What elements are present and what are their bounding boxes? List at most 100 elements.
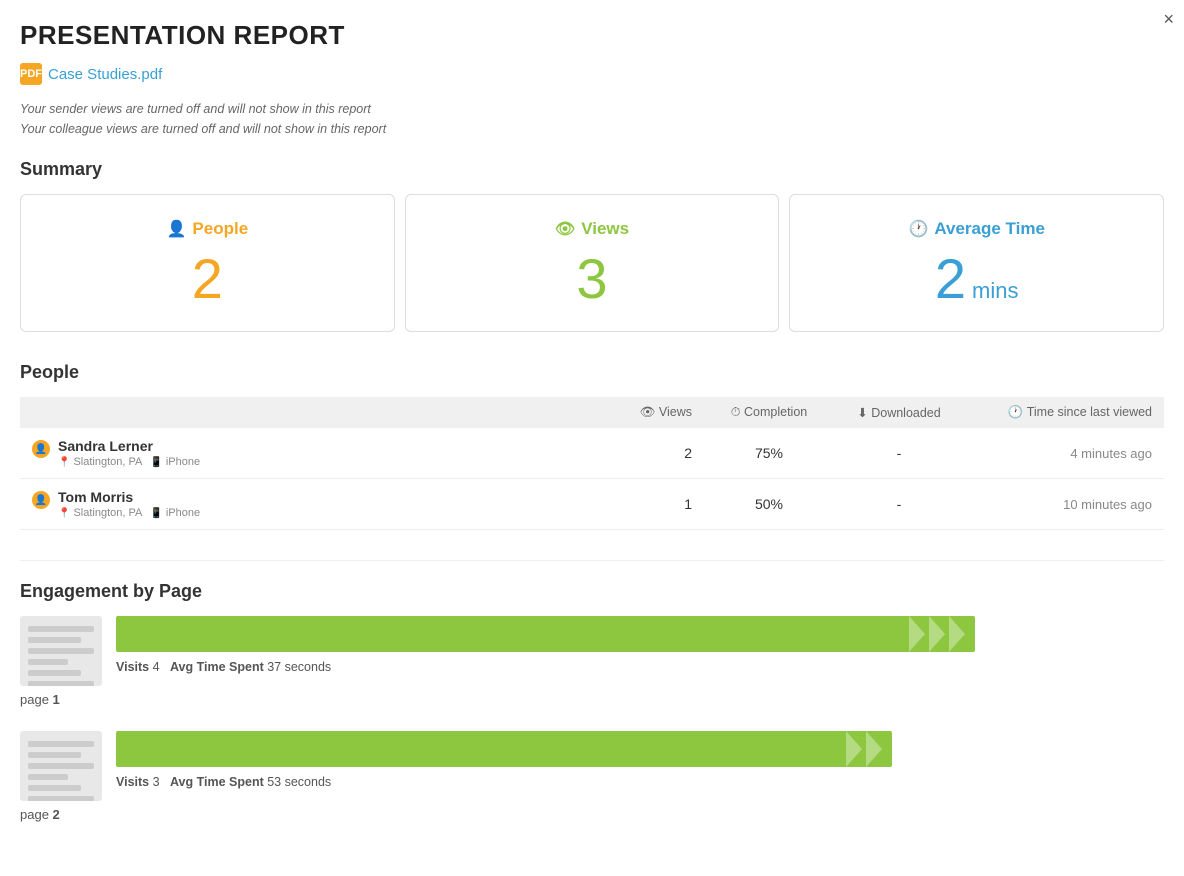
visits-label: Visits — [116, 660, 149, 674]
person-name[interactable]: Tom Morris — [58, 489, 200, 505]
person-completion: 50% — [704, 479, 834, 530]
person-name-cell: 👤 Sandra Lerner 📍 Slatington, PA 📱 iPhon… — [32, 438, 592, 468]
person-location: 📍 Slatington, PA — [58, 456, 142, 468]
page-thumbnail — [20, 616, 102, 686]
notice-block: Your sender views are turned off and wil… — [20, 99, 1164, 139]
card-label-avgtime: 🕐 Average Time — [810, 219, 1143, 239]
engagement-page-item: Visits 3 Avg Time Spent 53 seconds page … — [20, 731, 1164, 822]
people-section: People 👁 Views ⏱ Completion ⬇ Downloaded… — [20, 362, 1164, 530]
download-icon: ⬇ — [857, 406, 871, 420]
person-time-since: 10 minutes ago — [964, 479, 1164, 530]
person-device: 📱 iPhone — [150, 456, 200, 468]
person-downloaded: - — [834, 428, 964, 479]
col-header-name — [20, 397, 604, 428]
eye-icon-small: 👁 — [640, 405, 659, 419]
person-icon: 👤 — [167, 219, 187, 239]
phone-icon: 📱 — [150, 457, 162, 468]
person-name-cell: 👤 Tom Morris 📍 Slatington, PA 📱 iPhone — [32, 489, 592, 519]
engagement-section: Engagement by Page — [20, 581, 1164, 822]
bar-arrow — [846, 731, 862, 767]
visits-label: Visits — [116, 775, 149, 789]
clock-icon: 🕐 — [908, 219, 928, 239]
table-header-row: 👁 Views ⏱ Completion ⬇ Downloaded 🕐 Time… — [20, 397, 1164, 428]
person-name[interactable]: Sandra Lerner — [58, 438, 200, 454]
table-row: 👤 Sandra Lerner 📍 Slatington, PA 📱 iPhon… — [20, 428, 1164, 479]
summary-card-people: 👤 People 2 — [20, 194, 395, 332]
bar-arrow — [929, 616, 945, 652]
summary-card-views: 👁 Views 3 — [405, 194, 780, 332]
card-value-people: 2 — [41, 251, 374, 307]
page-label: page 2 — [20, 807, 1164, 822]
card-label-views: 👁 Views — [426, 219, 759, 239]
people-table: 👁 Views ⏱ Completion ⬇ Downloaded 🕐 Time… — [20, 397, 1164, 530]
notice-line-2: Your colleague views are turned off and … — [20, 119, 1164, 139]
thumb-line — [28, 796, 94, 801]
col-header-downloaded: ⬇ Downloaded — [834, 397, 964, 428]
thumb-line — [28, 785, 81, 791]
summary-card-avgtime: 🕐 Average Time 2 mins — [789, 194, 1164, 332]
page-number: 1 — [53, 692, 60, 707]
page-title: PRESENTATION REPORT — [20, 20, 1164, 51]
summary-cards: 👤 People 2 👁 Views 3 🕐 Average Time 2 mi… — [20, 194, 1164, 332]
close-button[interactable]: × — [1163, 10, 1174, 28]
person-views: 1 — [604, 479, 704, 530]
eye-icon: 👁 — [555, 219, 575, 239]
engagement-bar — [116, 731, 892, 767]
bar-stats: Visits 4 Avg Time Spent 37 seconds — [116, 660, 1164, 674]
card-label-people: 👤 People — [41, 219, 374, 239]
bar-arrow — [949, 616, 965, 652]
person-completion: 75% — [704, 428, 834, 479]
thumb-line — [28, 648, 94, 654]
location-icon: 📍 — [58, 457, 70, 468]
completion-icon: ⏱ — [731, 405, 744, 419]
person-meta: 📍 Slatington, PA 📱 iPhone — [58, 456, 200, 468]
thumb-line — [28, 637, 81, 643]
bar-arrow — [866, 731, 882, 767]
clock-icon-small: 🕐 — [1008, 405, 1027, 419]
thumb-line — [28, 752, 81, 758]
person-location: 📍 Slatington, PA — [58, 507, 142, 519]
table-row: 👤 Tom Morris 📍 Slatington, PA 📱 iPhone — [20, 479, 1164, 530]
col-header-completion: ⏱ Completion — [704, 397, 834, 428]
phone-icon: 📱 — [150, 508, 162, 519]
bar-arrows — [846, 731, 882, 767]
person-info: Tom Morris 📍 Slatington, PA 📱 iPhone — [58, 489, 200, 519]
bar-arrow — [909, 616, 925, 652]
engagement-bar — [116, 616, 975, 652]
person-views: 2 — [604, 428, 704, 479]
file-name: Case Studies.pdf — [48, 66, 162, 83]
col-header-time: 🕐 Time since last viewed — [964, 397, 1164, 428]
engagement-page-item: Visits 4 Avg Time Spent 37 seconds page … — [20, 616, 1164, 707]
page-thumbnail — [20, 731, 102, 801]
page-content: Visits 3 Avg Time Spent 53 seconds — [20, 731, 1164, 801]
person-downloaded: - — [834, 479, 964, 530]
thumb-line — [28, 626, 94, 632]
bar-stats: Visits 3 Avg Time Spent 53 seconds — [116, 775, 1164, 789]
thumb-line — [28, 681, 94, 686]
engagement-title: Engagement by Page — [20, 581, 1164, 602]
thumb-line — [28, 763, 94, 769]
person-time-since: 4 minutes ago — [964, 428, 1164, 479]
card-unit-avgtime: mins — [972, 278, 1018, 304]
card-value-views: 3 — [426, 251, 759, 307]
thumb-line — [28, 741, 94, 747]
card-value-avgtime-row: 2 mins — [810, 251, 1143, 307]
person-meta: 📍 Slatington, PA 📱 iPhone — [58, 507, 200, 519]
avg-time-label: Avg Time Spent — [170, 660, 264, 674]
page-number: 2 — [53, 807, 60, 822]
notice-line-1: Your sender views are turned off and wil… — [20, 99, 1164, 119]
location-icon: 📍 — [58, 508, 70, 519]
person-avatar-icon: 👤 — [32, 440, 50, 458]
thumb-line — [28, 670, 81, 676]
file-icon: PDF — [20, 63, 42, 85]
bar-arrows — [909, 616, 965, 652]
avg-time-label: Avg Time Spent — [170, 775, 264, 789]
engagement-bar-wrap — [116, 616, 1164, 652]
engagement-bar-wrap — [116, 731, 1164, 767]
thumb-line — [28, 659, 68, 665]
file-link[interactable]: PDF Case Studies.pdf — [20, 63, 162, 85]
person-device: 📱 iPhone — [150, 507, 200, 519]
page-label: page 1 — [20, 692, 1164, 707]
page-bar-area: Visits 3 Avg Time Spent 53 seconds — [116, 731, 1164, 789]
summary-title: Summary — [20, 159, 1164, 180]
